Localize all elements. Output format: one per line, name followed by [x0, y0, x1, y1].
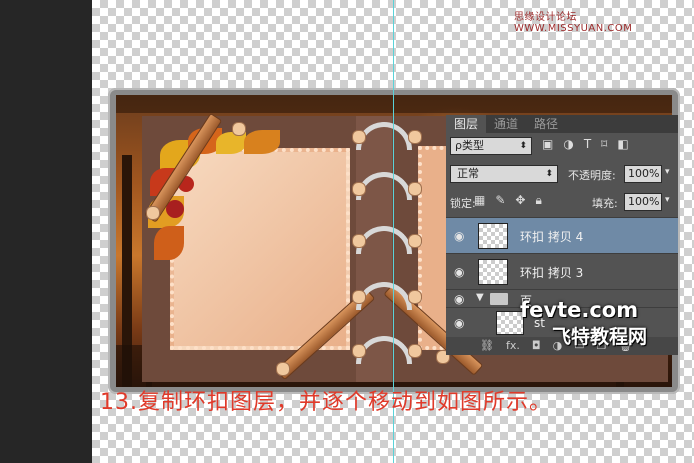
blend-mode-select[interactable]: 正常 ⬍	[450, 165, 558, 183]
chevron-down-icon: ⬍	[545, 169, 553, 179]
lock-all-icon[interactable]: 🔒︎	[535, 193, 541, 208]
opacity-field[interactable]: 100%	[624, 165, 662, 183]
eye-icon[interactable]: ◉	[454, 292, 464, 306]
fill-field[interactable]: 100%	[624, 193, 662, 211]
layer-row[interactable]: ◉ 环扣 拷贝 3	[446, 253, 678, 289]
tab-paths[interactable]: 路径	[526, 115, 566, 133]
ring-hole	[352, 290, 366, 304]
panel-tabs: 图层 通道 路径	[446, 115, 678, 133]
photo-card	[170, 148, 350, 350]
tutorial-caption: 13.复制环扣图层，并逐个移动到如图所示。	[100, 390, 552, 415]
opacity-caret-icon[interactable]: ▾	[665, 167, 670, 177]
ring-hole	[352, 344, 366, 358]
layer-thumbnail	[478, 259, 508, 285]
ring-hole	[352, 182, 366, 196]
shape-filter-icon[interactable]: ⌑	[601, 137, 607, 155]
ring-hole	[146, 206, 160, 220]
site-watermark: 思缘设计论坛 WWW.MISSYUAN.COM	[514, 12, 633, 34]
lock-icons: ▦ ✎ ✥ 🔒︎	[474, 193, 542, 208]
expand-triangle-icon[interactable]: ▼	[476, 292, 484, 303]
lock-label: 锁定:	[450, 197, 476, 210]
tab-layers[interactable]: 图层	[446, 115, 487, 133]
smart-object-filter-icon[interactable]: ◧	[617, 137, 628, 155]
ring-hole	[352, 234, 366, 248]
ring-hole	[408, 234, 422, 248]
mask-icon[interactable]: ◘	[532, 337, 541, 355]
ring-hole	[232, 122, 246, 136]
ring-hole	[408, 182, 422, 196]
adjustment-filter-icon[interactable]: ◑	[563, 137, 573, 155]
opacity-label: 不透明度:	[568, 169, 616, 182]
pasteboard	[0, 0, 92, 463]
eye-icon[interactable]: ◉	[454, 265, 464, 279]
type-filter-icon[interactable]: T	[584, 137, 591, 155]
layer-thumbnail	[478, 223, 508, 249]
tab-channels[interactable]: 通道	[486, 115, 526, 133]
eye-icon[interactable]: ◉	[454, 316, 464, 330]
ring-hole	[408, 344, 422, 358]
folder-icon	[490, 293, 508, 305]
fill-label: 填充:	[592, 197, 618, 210]
lock-transparent-icon[interactable]: ▦	[474, 193, 485, 208]
chevron-down-icon: ⬍	[519, 141, 527, 151]
ring-hole	[408, 130, 422, 144]
filter-icons: ▣ ◑ T ⌑ ◧	[542, 137, 629, 155]
link-icon[interactable]: ⛓	[480, 337, 494, 355]
ring-hole	[276, 362, 290, 376]
layer-name: 环扣 拷贝 4	[520, 230, 584, 244]
blend-mode-value: 正常	[457, 167, 479, 180]
fx-icon[interactable]: fx.	[506, 337, 520, 355]
ring-hole	[352, 130, 366, 144]
ring-hole	[408, 290, 422, 304]
layer-row[interactable]: ◉ 环扣 拷贝 4	[446, 217, 678, 253]
fill-caret-icon[interactable]: ▾	[665, 195, 670, 205]
image-filter-icon[interactable]: ▣	[542, 137, 553, 155]
fevte-watermark-cn: 飞特教程网	[552, 326, 648, 348]
layer-filter-select[interactable]: ρ类型 ⬍	[450, 137, 532, 155]
lock-paint-icon[interactable]: ✎	[495, 193, 505, 208]
eye-icon[interactable]: ◉	[454, 229, 464, 243]
lock-move-icon[interactable]: ✥	[515, 193, 525, 208]
filter-kind-label: ρ类型	[455, 139, 484, 152]
layer-name: 环扣 拷贝 3	[520, 266, 584, 280]
fevte-watermark: fevte.com	[520, 298, 639, 322]
